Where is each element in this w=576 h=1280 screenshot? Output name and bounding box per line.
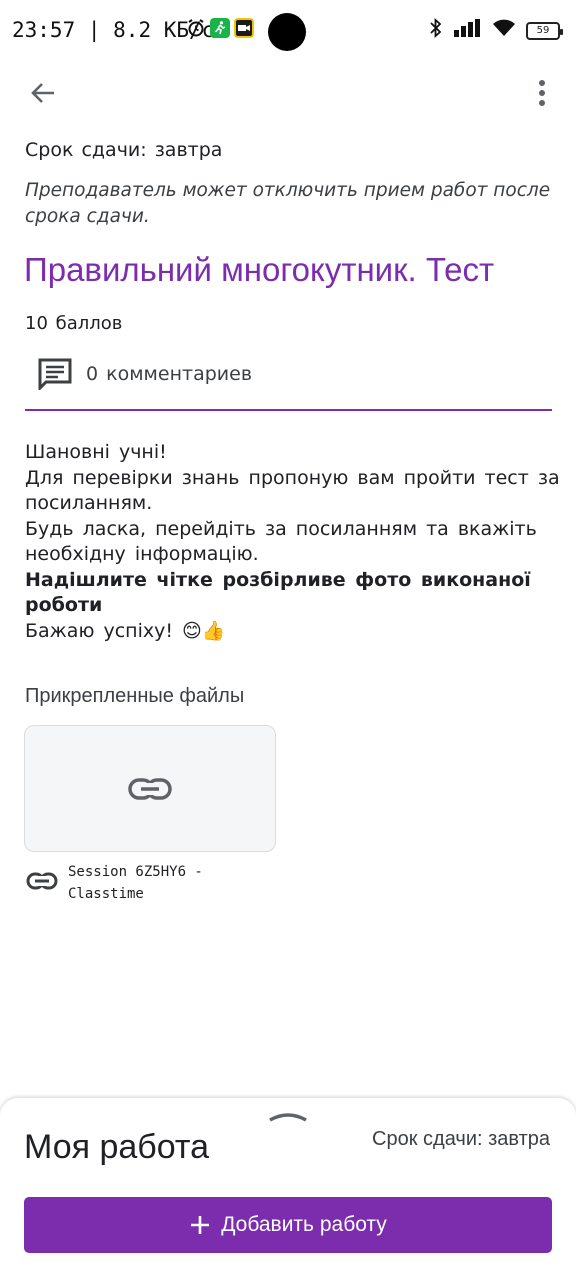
comments-button[interactable]: 0 комментариев: [38, 356, 252, 392]
link-icon: [128, 777, 172, 800]
comments-count: 0 комментариев: [86, 363, 253, 385]
add-work-button[interactable]: Добавить работу: [24, 1197, 552, 1253]
attachment-thumbnail[interactable]: [24, 725, 276, 852]
system-icons: 59: [428, 17, 563, 43]
alarm-icon: [186, 18, 206, 38]
description-line: Бажаю успіху! 😊👍: [25, 619, 226, 642]
description-line: Будь ласка, перейдіть за посиланням та в…: [25, 517, 537, 566]
status-bar: 23:57 | 8.2 КБ/с 59: [0, 0, 576, 64]
description-bold-line: Надішлите чітке розбірливе фото виконано…: [25, 568, 531, 617]
attachment-name: Session 6Z5HY6 - Classtime: [68, 864, 203, 902]
points-text: 10 баллов: [25, 313, 123, 334]
chevron-up-icon[interactable]: [268, 1108, 308, 1122]
my-work-due: Срок сдачи: завтра: [372, 1128, 550, 1150]
status-time: 23:57 | 8.2 КБ/с: [12, 18, 215, 42]
my-work-sheet[interactable]: Моя работа Срок сдачи: завтра Добавить р…: [0, 1098, 576, 1280]
add-work-label: Добавить работу: [221, 1213, 387, 1236]
signal-icon: [454, 19, 482, 42]
plus-icon: [191, 1216, 210, 1234]
arrow-back-icon: [31, 83, 54, 103]
description-line: Для перевірки знань пропоную вам пройти …: [25, 466, 560, 515]
more-vert-icon: [539, 80, 545, 106]
back-button[interactable]: [24, 74, 62, 112]
link-icon: [26, 872, 58, 890]
notification-icons: [186, 18, 254, 38]
assignment-description: Шановні учні! Для перевірки знань пропон…: [25, 440, 560, 644]
comment-icon: [38, 358, 72, 390]
camera-cutout: [268, 13, 306, 51]
assignment-title: Правильний многокутник. Тест: [24, 251, 495, 288]
battery-icon: 59: [526, 21, 563, 40]
attachments-heading: Прикрепленные файлы: [25, 685, 245, 707]
due-date-text: Срок сдачи: завтра: [25, 139, 223, 161]
attachment-item[interactable]: Session 6Z5HY6 - Classtime: [26, 861, 238, 905]
header-divider: [25, 409, 552, 411]
wifi-icon: [492, 19, 516, 42]
run-icon: [210, 18, 230, 38]
camera-app-icon: [234, 18, 254, 38]
bluetooth-icon: [428, 17, 444, 43]
my-work-title: Моя работа: [24, 1128, 210, 1166]
description-line: Шановні учні!: [25, 441, 167, 463]
more-options-button[interactable]: [526, 74, 558, 112]
late-warning-text: Преподаватель может отключить прием рабо…: [25, 180, 551, 227]
